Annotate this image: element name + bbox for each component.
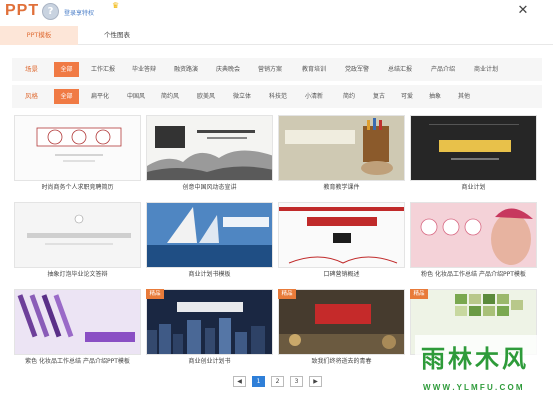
- resume-thumbnail-art: [36, 127, 122, 162]
- tab-ppt-templates[interactable]: PPT模板: [0, 26, 78, 45]
- template-caption: 商业创业计划书: [188, 358, 231, 365]
- template-caption: 抽象灯泡毕业论文答辩: [47, 271, 108, 278]
- education-thumbnail-art: [279, 116, 404, 180]
- next-page-icon[interactable]: ▶: [309, 376, 322, 387]
- style-chip[interactable]: 欧美风: [197, 89, 215, 104]
- template-card[interactable]: 抽象灯泡毕业论文答辩: [14, 202, 141, 282]
- purple-cosmetics-thumbnail-art: [15, 290, 140, 354]
- lightbulb-thumbnail-art: [15, 203, 140, 267]
- style-chip[interactable]: 其他: [458, 89, 470, 104]
- style-chip[interactable]: 科技范: [269, 89, 287, 104]
- template-caption: 口碑营销概述: [323, 271, 360, 278]
- template-caption: 商业计划: [461, 184, 486, 191]
- word-of-mouth-thumbnail-art: [279, 203, 404, 267]
- tab-custom-charts[interactable]: 个性图表: [78, 26, 156, 45]
- template-caption: 教育教学课件: [323, 184, 360, 191]
- chinese-style-thumbnail-art: [147, 126, 272, 180]
- scene-chip[interactable]: 产品介绍: [431, 62, 455, 77]
- scene-chip[interactable]: 工作汇报: [91, 62, 115, 77]
- template-thumbnail: [14, 115, 141, 181]
- style-chip[interactable]: 中国风: [127, 89, 145, 104]
- style-chip[interactable]: 可爱: [401, 89, 413, 104]
- template-thumbnail: [410, 115, 537, 181]
- close-icon[interactable]: ✕: [515, 3, 531, 19]
- template-thumbnail: [146, 289, 273, 355]
- template-card[interactable]: 精品 致我们终将逝去的青春: [278, 289, 405, 369]
- premium-badge: 精品: [278, 289, 296, 299]
- template-thumbnail: [410, 202, 537, 268]
- template-caption: 时尚商务个人求职竞聘简历: [41, 184, 114, 191]
- app-logo: PPT: [5, 2, 40, 19]
- template-card[interactable]: 粉色 化妆品工作总结 产品介绍PPT模板: [410, 202, 537, 282]
- city-business-thumbnail-art: [147, 290, 272, 354]
- template-thumbnail: [146, 202, 273, 268]
- template-thumbnail: [146, 115, 273, 181]
- scene-chip[interactable]: 总结汇报: [388, 62, 412, 77]
- template-caption: 紫色 化妆品工作总结 产品介绍PPT模板: [25, 358, 130, 365]
- scene-filter-bar: 场景 全部 工作汇报 毕业答辩 融资路演 庆典晚会 营销方案 教育培训 党政军警…: [12, 58, 542, 81]
- template-thumbnail: [278, 115, 405, 181]
- style-chip[interactable]: 抽象: [429, 89, 441, 104]
- site-watermark: 雨林木风 W W W . Y L M F U . C O M: [415, 335, 549, 397]
- template-card[interactable]: 紫色 化妆品工作总结 产品介绍PPT模板: [14, 289, 141, 369]
- business-plan-thumbnail-art: [411, 116, 536, 180]
- page-2-button[interactable]: 2: [271, 376, 284, 387]
- style-chip-all[interactable]: 全部: [54, 89, 79, 104]
- premium-badge: 精品: [410, 289, 428, 299]
- premium-badge: 精品: [146, 289, 164, 299]
- sailing-business-thumbnail-art: [147, 203, 272, 267]
- template-card[interactable]: 时尚商务个人求职竞聘简历: [14, 115, 141, 195]
- scene-chip[interactable]: 营销方案: [258, 62, 282, 77]
- style-chip[interactable]: 简约风: [161, 89, 179, 104]
- template-card[interactable]: 创意中国风动态宣讲: [146, 115, 273, 195]
- template-card[interactable]: 精品 商业创业计划书: [146, 289, 273, 369]
- style-filter-bar: 风格 全部 扁平化 中国风 简约风 欧美风 微立体 科技范 小清新 简约 复古 …: [12, 85, 542, 108]
- style-filter-label: 风格: [25, 92, 38, 100]
- template-thumbnail: [14, 202, 141, 268]
- style-chip[interactable]: 扁平化: [91, 89, 109, 104]
- template-caption: 粉色 化妆品工作总结 产品介绍PPT模板: [421, 271, 526, 278]
- login-link[interactable]: 登录享特权: [64, 8, 94, 17]
- watermark-title: 雨林木风: [421, 346, 529, 373]
- page-1-button[interactable]: 1: [252, 376, 265, 387]
- title-bar: PPT ? 登录享特权 ♛ ✕: [0, 0, 553, 24]
- scene-filter-label: 场景: [25, 65, 38, 73]
- scene-chip[interactable]: 党政军警: [345, 62, 369, 77]
- template-card[interactable]: 商业计划书模板: [146, 202, 273, 282]
- template-card[interactable]: 商业计划: [410, 115, 537, 195]
- page-3-button[interactable]: 3: [290, 376, 303, 387]
- scene-chip[interactable]: 毕业答辩: [132, 62, 156, 77]
- scene-chip[interactable]: 庆典晚会: [216, 62, 240, 77]
- template-card[interactable]: 教育教学课件: [278, 115, 405, 195]
- user-avatar-icon[interactable]: ?: [42, 3, 59, 20]
- template-thumbnail: [278, 202, 405, 268]
- crown-icon: ♛: [112, 1, 120, 10]
- scene-chip-all[interactable]: 全部: [54, 62, 79, 77]
- template-thumbnail: [14, 289, 141, 355]
- template-caption: 商业计划书模板: [188, 271, 231, 278]
- style-chip[interactable]: 小清新: [305, 89, 323, 104]
- prev-page-icon[interactable]: ◀: [233, 376, 246, 387]
- scene-chip[interactable]: 融资路演: [174, 62, 198, 77]
- style-chip[interactable]: 复古: [373, 89, 385, 104]
- youth-thumbnail-art: [279, 290, 404, 354]
- template-card[interactable]: 口碑营销概述: [278, 202, 405, 282]
- template-caption: 创意中国风动态宣讲: [182, 184, 237, 191]
- scene-chip[interactable]: 商业计划: [474, 62, 498, 77]
- style-chip[interactable]: 简约: [343, 89, 355, 104]
- style-chip[interactable]: 微立体: [233, 89, 251, 104]
- tab-bar: PPT模板 个性图表: [0, 26, 553, 45]
- watermark-url: W W W . Y L M F U . C O M: [423, 383, 523, 392]
- template-caption: 致我们终将逝去的青春: [311, 358, 372, 365]
- template-thumbnail: [278, 289, 405, 355]
- scene-chip[interactable]: 教育培训: [302, 62, 326, 77]
- pink-cosmetics-thumbnail-art: [411, 203, 536, 267]
